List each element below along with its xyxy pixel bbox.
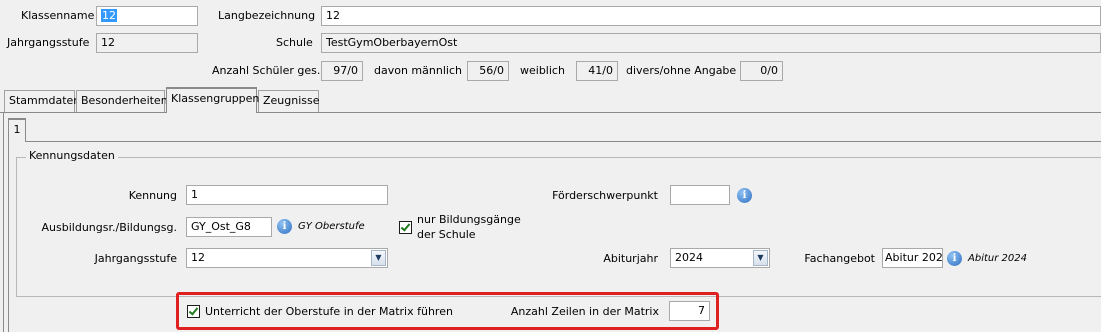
weiblich-label: weiblich <box>520 64 565 77</box>
abiturjahr-combo[interactable]: 2024 ▼ <box>670 248 770 268</box>
divers-field: 0/0 <box>740 61 783 81</box>
foerderschwerpunkt-field[interactable] <box>670 185 730 205</box>
group-jahrgangsstufe-combo[interactable]: 12 ▼ <box>186 248 388 268</box>
tab-stammdaten[interactable]: Stammdaten <box>4 90 80 112</box>
jahrgangsstufe-label: Jahrgangsstufe <box>7 36 90 49</box>
foerderschwerpunkt-info-icon[interactable]: i <box>737 188 752 203</box>
weiblich-field: 41/0 <box>576 61 618 81</box>
nur-bildungsgaenge-checkbox[interactable] <box>399 221 412 234</box>
ausbildung-hint: GY Oberstufe <box>298 221 365 232</box>
divers-label: divers/ohne Angabe <box>626 64 737 77</box>
matrix-highlight-box <box>176 292 719 330</box>
klassenname-value: 12 <box>101 9 117 22</box>
group-top-line <box>16 157 1101 158</box>
subtab-strip-line <box>8 141 1101 142</box>
subtab-1[interactable]: 1 <box>8 118 26 142</box>
schule-label: Schule <box>276 36 313 49</box>
kennung-label: Kennung <box>128 189 177 202</box>
group-left-line <box>16 157 17 297</box>
abiturjahr-value: 2024 <box>675 251 703 264</box>
langbezeichnung-label: Langbezeichnung <box>218 9 316 22</box>
nur-bildungsgaenge-label-line2: der Schule <box>417 228 476 241</box>
tab-besonderheiten[interactable]: Besonderheiten <box>76 90 168 112</box>
group-jahrgangsstufe-value: 12 <box>191 251 205 264</box>
fachangebot-hint: Abitur 2024 <box>968 253 1027 264</box>
nur-bildungsgaenge-label-line1: nur Bildungsgänge <box>417 213 521 226</box>
check-icon <box>400 221 411 232</box>
maennlich-field: 56/0 <box>467 61 509 81</box>
group-title: Kennungsdaten <box>26 149 118 163</box>
maennlich-label: davon männlich <box>374 64 462 77</box>
langbezeichnung-field[interactable]: 12 <box>321 6 1101 26</box>
tab-zeugnisse[interactable]: Zeugnisse <box>258 90 320 112</box>
foerderschwerpunkt-label: Förderschwerpunkt <box>552 189 658 202</box>
fachangebot-info-icon[interactable]: i <box>947 251 962 266</box>
fachangebot-field[interactable]: Abitur 202 <box>882 248 943 268</box>
chevron-down-icon[interactable]: ▼ <box>753 250 768 266</box>
ausbildung-field[interactable]: GY_Ost_G8 <box>186 217 272 237</box>
tab-klassengruppen[interactable]: Klassengruppen <box>166 87 259 113</box>
anzahl-schueler-field: 97/0 <box>321 61 363 81</box>
ausbildung-info-icon[interactable]: i <box>277 219 292 234</box>
abiturjahr-label: Abiturjahr <box>603 252 658 265</box>
klassenname-field[interactable]: 12 <box>96 6 198 26</box>
group-jahrgangsstufe-label: Jahrgangsstufe <box>94 252 177 265</box>
anzahl-schueler-label: Anzahl Schüler ges. <box>212 64 321 77</box>
schule-field: TestGymOberbayernOst <box>321 33 1101 53</box>
ausbildung-label: Ausbildungsr./Bildungsg. <box>41 221 177 234</box>
kennung-field[interactable]: 1 <box>186 185 388 205</box>
chevron-down-icon[interactable]: ▼ <box>371 250 386 266</box>
fachangebot-label: Fachangebot <box>804 252 875 265</box>
klassenname-label: Klassenname <box>21 9 95 22</box>
jahrgangsstufe-field: 12 <box>96 33 198 53</box>
